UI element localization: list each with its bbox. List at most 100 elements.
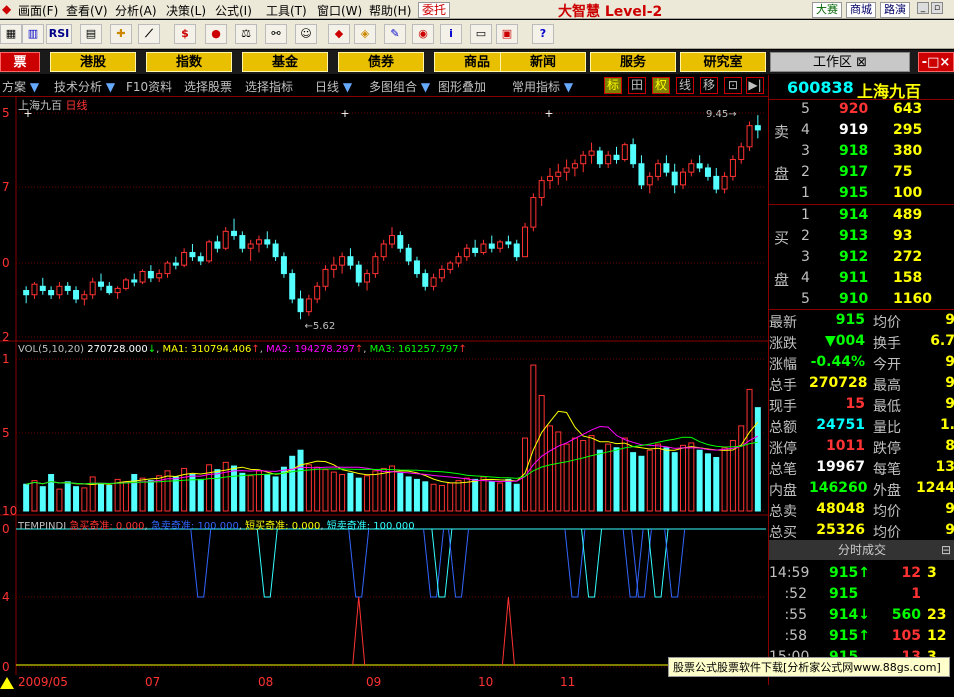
menu-item-analysis[interactable]: 分析(A) [115, 2, 157, 19]
stock-tab[interactable]: 票 [0, 52, 40, 72]
stat-value: -0.44% [810, 354, 865, 370]
nav-research[interactable]: 研究室 [680, 52, 766, 72]
ask-price: 919 [839, 122, 869, 138]
cd-icon[interactable]: ◉ [412, 24, 434, 44]
nav-news[interactable]: 新闻 [500, 52, 586, 72]
candle-body [696, 163, 703, 169]
roadshow-button[interactable]: 路演 [880, 2, 910, 18]
window-icon[interactable]: ▤ [80, 24, 102, 44]
crosshair-icon[interactable]: ✚ [110, 24, 132, 44]
stat-value-2: 8 [945, 438, 954, 454]
high-annotation: 9.45→ [706, 109, 737, 120]
people-icon[interactable]: ☺ [295, 24, 317, 44]
volume-bar [255, 470, 262, 512]
select-indicator-button[interactable]: 选择指标 [245, 78, 293, 95]
menu-item-help[interactable]: 帮助(H) [369, 2, 411, 19]
nav-bonds[interactable]: 债券 [338, 52, 424, 72]
alert-icon[interactable]: ◆ [328, 24, 350, 44]
help-icon[interactable]: ? [532, 24, 554, 44]
menu-item-window[interactable]: 窗口(W) [317, 2, 362, 19]
stat-value: 15 [845, 396, 865, 412]
tick-time: 14:59 [769, 565, 810, 581]
ticks-header[interactable]: 分时成交 ⊟ [769, 540, 954, 560]
app-icon[interactable]: ◆ [2, 2, 11, 16]
compare-icon[interactable]: ⚖ [235, 24, 257, 44]
toggle-box[interactable]: ⊡ [724, 77, 742, 94]
page-icon[interactable]: ▭ [470, 24, 492, 44]
scroll-left-icon[interactable] [0, 677, 14, 689]
binoculars-icon[interactable]: ⚯ [265, 24, 287, 44]
toggle-mark[interactable]: 标 [604, 77, 622, 94]
chart-svg[interactable]: 5702←5.629.45→+ + +1510040 [0, 97, 768, 675]
tick-count: 3 [927, 565, 937, 581]
ticks-expand-icon[interactable]: ⊟ [941, 540, 951, 560]
nav-index[interactable]: 指数 [146, 52, 232, 72]
ask-row: 5 920 643 [769, 99, 954, 120]
contest-button[interactable]: 大赛 [812, 2, 842, 18]
volume-bar [364, 475, 371, 512]
ruler-icon[interactable]: ⟋ [138, 24, 160, 44]
volume-bar [89, 476, 96, 512]
grid-icon[interactable]: ▦ [0, 24, 22, 44]
candle-body [31, 283, 38, 296]
multi-chart-menu[interactable]: 多图组合 ▼ [369, 78, 430, 95]
ask-price: 917 [839, 164, 869, 180]
f10-button[interactable]: F10资料 [126, 78, 172, 95]
menu-item-decision[interactable]: 决策(L) [166, 2, 206, 19]
restore-icon[interactable]: ▫ [931, 2, 943, 14]
nav-funds[interactable]: 基金 [242, 52, 328, 72]
volume-axis-label: 5 [2, 426, 10, 440]
ask-level: 4 [801, 122, 810, 138]
event-marker: + [544, 107, 553, 120]
period-menu[interactable]: 日线 ▼ [315, 78, 352, 95]
overlay-button[interactable]: 图形叠加 [438, 78, 486, 95]
candle-body [413, 260, 420, 275]
toggle-grid[interactable]: 田 [628, 77, 646, 94]
dollar-icon[interactable]: $ [174, 24, 196, 44]
candle-body [106, 285, 113, 294]
toggle-move[interactable]: 移 [700, 77, 718, 94]
entrust-button[interactable]: 委托 [418, 2, 450, 18]
workspace-tab[interactable]: 工作区 ⊠ [770, 52, 910, 72]
traffic-icon[interactable]: ● [205, 24, 227, 44]
candle-body [513, 243, 520, 258]
ask-row: 3 918 380 [769, 141, 954, 162]
indicator-dip [190, 528, 212, 598]
chart-area[interactable]: 5 7 0 2 ←5.62 9.45→ + + +1 5 10 0 4 0 上海九百 日线 VOL(5,1… [0, 97, 768, 675]
select-stock-button[interactable]: 选择股票 [184, 78, 232, 95]
workspace-close-button[interactable]: -□× [918, 52, 954, 72]
menu-item-view[interactable]: 查看(V) [66, 2, 108, 19]
scheme-menu[interactable]: 方案 ▼ [2, 78, 39, 95]
tech-analysis-menu[interactable]: 技术分析 ▼ [54, 78, 115, 95]
menu-item-tools[interactable]: 工具(T) [266, 2, 307, 19]
tick-time: :55 [784, 607, 807, 623]
rsi-icon[interactable]: RSI [46, 24, 72, 44]
mall-button[interactable]: 商城 [846, 2, 876, 18]
price-axis-label: 5 [2, 106, 10, 120]
bid-qty: 1160 [893, 291, 932, 307]
chart-toolbar: 方案 ▼ 技术分析 ▼ F10资料 选择股票 选择指标 日线 ▼ 多图组合 ▼ … [0, 75, 768, 97]
menu-item-screen[interactable]: 画面(F) [18, 2, 58, 19]
volume-bar [56, 488, 63, 512]
nav-service[interactable]: 服务 [590, 52, 676, 72]
toggle-rights[interactable]: 权 [652, 77, 670, 94]
date-label-3: 09 [366, 675, 382, 689]
toggle-end[interactable]: ▶| [746, 77, 764, 94]
menu-item-formula[interactable]: 公式(I) [215, 2, 252, 19]
date-label-0: 2009/05 [18, 675, 68, 689]
candle-body [688, 163, 695, 173]
common-indicator-menu[interactable]: 常用指标 ▼ [512, 78, 573, 95]
diamond-icon[interactable]: ◈ [354, 24, 376, 44]
candle-body [630, 144, 637, 165]
candle-body [355, 264, 362, 283]
nav-hk-stocks[interactable]: 港股 [50, 52, 136, 72]
indicator-dip [647, 528, 669, 598]
volume-bar [231, 465, 238, 512]
book-icon[interactable]: ▣ [496, 24, 518, 44]
ask-price: 915 [839, 185, 869, 201]
chart-icon[interactable]: ▥ [22, 24, 44, 44]
toggle-line[interactable]: 线 [676, 77, 694, 94]
pen-icon[interactable]: ✎ [384, 24, 406, 44]
info-icon[interactable]: i [440, 24, 462, 44]
minimize-icon[interactable]: _ [917, 2, 929, 14]
